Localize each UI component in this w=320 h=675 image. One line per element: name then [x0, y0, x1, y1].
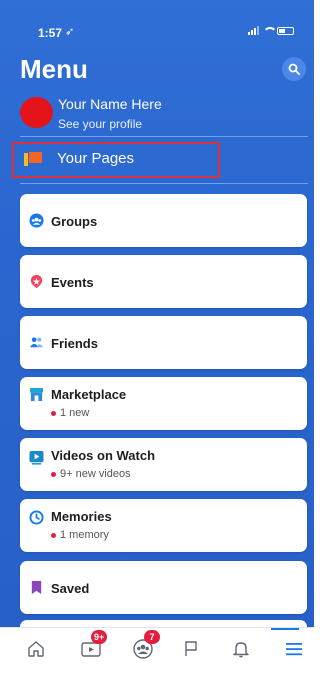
- notification-text: 1 new: [60, 407, 90, 419]
- events-icon: [30, 274, 43, 289]
- divider: [20, 183, 308, 184]
- status-icons: [248, 26, 294, 35]
- see-profile-link[interactable]: See your profile: [58, 117, 142, 131]
- menu-item-label: Memories: [51, 509, 112, 524]
- menu-item-marketplace[interactable]: Marketplace 1 new: [20, 377, 307, 430]
- menu-item-label: Saved: [51, 581, 90, 596]
- profile-name[interactable]: Your Name Here: [58, 96, 162, 112]
- page-title: Menu: [20, 54, 88, 84]
- status-time: 1:57: [38, 26, 63, 40]
- signal-icon: [248, 26, 259, 35]
- groups-badge: 7: [144, 630, 160, 644]
- watch-badge: 9+: [91, 630, 108, 644]
- search-button[interactable]: [282, 57, 306, 81]
- wifi-icon: [263, 26, 277, 35]
- tab-watch[interactable]: 9+: [78, 630, 108, 662]
- menu-item-label: Videos on Watch: [51, 448, 156, 463]
- notification-dot: [51, 471, 56, 477]
- your-pages-label[interactable]: Your Pages: [57, 150, 134, 167]
- home-icon: [28, 641, 44, 657]
- menu-item-friends[interactable]: Friends: [20, 316, 307, 369]
- groups-icon: [29, 213, 44, 228]
- bell-icon: [233, 642, 249, 658]
- menu-item-label: Friends: [51, 336, 98, 351]
- menu-item-label: Events: [51, 275, 94, 290]
- tab-notifications[interactable]: [228, 636, 254, 662]
- battery-icon: [277, 26, 294, 35]
- menu-item-next[interactable]: [20, 620, 307, 627]
- menu-item-events[interactable]: Events: [20, 255, 307, 308]
- notification-dot: [51, 532, 56, 538]
- notification-dot: [51, 410, 56, 416]
- menu-item-label: Groups: [51, 214, 98, 229]
- menu-item-videos-on-watch[interactable]: Videos on Watch 9+ new videos: [20, 438, 307, 491]
- menu-item-saved[interactable]: Saved: [20, 561, 307, 614]
- memories-icon: [29, 510, 44, 525]
- tab-menu[interactable]: [281, 636, 307, 662]
- tab-bar: 9+ 7: [0, 627, 314, 675]
- menu-item-notification: 1 new: [51, 407, 89, 419]
- active-tab-indicator: [271, 628, 299, 630]
- menu-item-groups[interactable]: Groups: [20, 194, 307, 247]
- menu-item-label: Marketplace: [51, 387, 127, 402]
- flag-icon: [185, 641, 197, 656]
- watch-icon: [29, 450, 44, 465]
- search-icon: [288, 63, 300, 75]
- menu-screen: 1:57 ➶ Menu Your Name Here See your prof…: [0, 0, 314, 627]
- tab-groups[interactable]: 7: [130, 630, 160, 662]
- marketplace-icon: [29, 387, 44, 402]
- status-bar: 1:57 ➶: [0, 0, 314, 44]
- avatar[interactable]: [20, 97, 53, 128]
- menu-item-notification: 1 memory: [51, 529, 109, 541]
- tab-home[interactable]: [23, 636, 49, 662]
- location-arrow-icon: ➶: [65, 26, 75, 38]
- menu-item-notification: 9+ new videos: [51, 468, 131, 480]
- notification-text: 1 memory: [60, 529, 109, 541]
- menu-item-memories[interactable]: Memories 1 memory: [20, 499, 307, 552]
- saved-bookmark-icon: [31, 580, 42, 595]
- divider: [20, 136, 308, 137]
- hamburger-menu-icon: [286, 643, 302, 656]
- notification-text: 9+ new videos: [60, 468, 131, 480]
- tab-pages[interactable]: [178, 636, 204, 662]
- friends-icon: [29, 337, 44, 348]
- pages-flag-icon: [24, 152, 42, 166]
